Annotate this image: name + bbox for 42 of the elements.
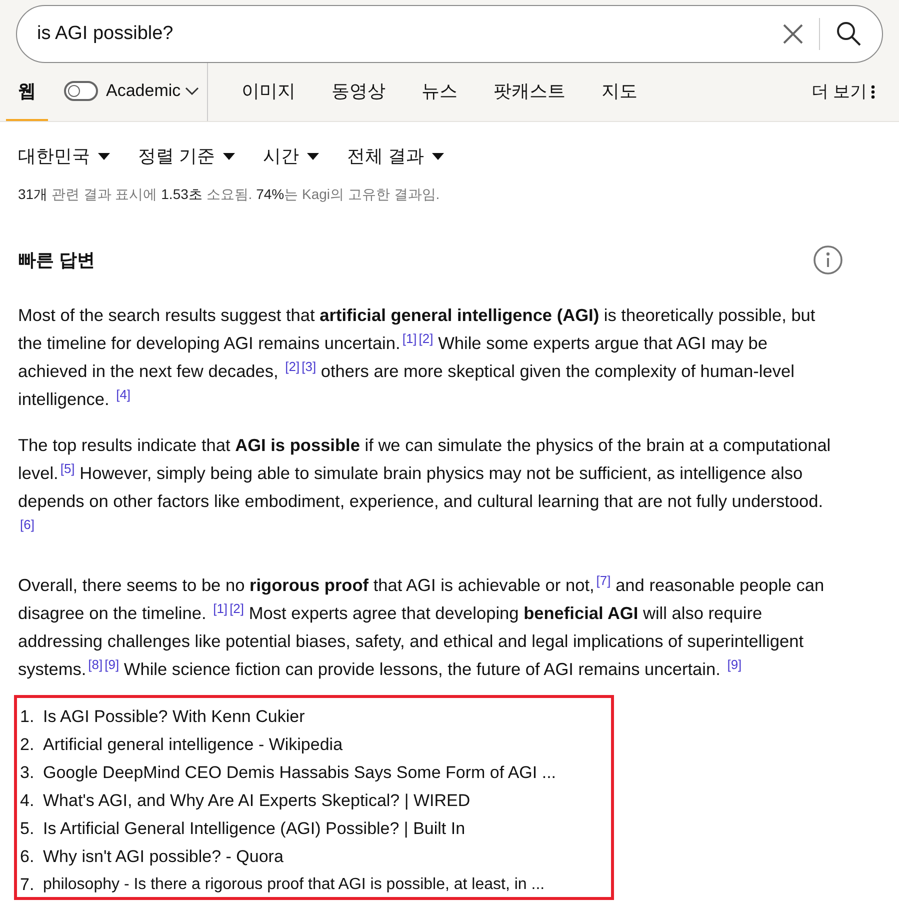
source-link[interactable]: philosophy - Is there a rigorous proof that AGI is possible, at least, in ... [43,874,545,896]
source-link[interactable]: What's AGI, and Why Are AI Experts Skeptical? | WIRED [43,790,470,812]
tab[interactable]: 뉴스 [404,63,476,121]
filter-dropdown[interactable]: 시간 [263,143,320,170]
search-field[interactable]: is AGI possible? [16,5,883,63]
more-button[interactable]: 더 보기 [811,63,875,121]
tab[interactable]: 동영상 [314,63,404,121]
academic-dropdown[interactable]: Academic [106,78,199,104]
answer-paragraph: Overall, there seems to be no rigorous proof that AGI is achievable or not,$^{[7]}$ and reasonable people can disagree on the timeline. $^{[1]}$$^{[2]}$ Most experts agree that developing beneficial AGI will also require addressing challenges like potential biases, safety, and ethical and legal implications of superintelligent systems.$^{[8]}$$^{[9]}$ While science fiction can provide lessons, the future of AGI remains uncertain. $^{[9]}$ [18,572,826,681]
info-icon[interactable] [813,245,843,275]
caret-icon [98,152,110,160]
list-number: 4. [20,790,36,812]
tab[interactable]: 웹 [6,63,48,121]
source-link[interactable]: Why isn't AGI possible? - Quora [43,846,284,868]
filter-dropdown[interactable]: 정렬 기준 [138,143,236,170]
caret-icon [307,152,320,160]
tab[interactable]: 이미지 [224,63,314,121]
answer-paragraph: Most of the search results suggest that artificial general intelligence (AGI) is theoretically possible, but the timeline for developing AGI remains uncertain.$^{[1]}$$^{[2]}$ While some experts argue that AGI may be achieved in the next few decades, $^{[2]}$$^{[3]}$ others are more skeptical given the complexity of human-level intelligence. $^{[4]}$ [18,304,816,411]
quick-answer-title: 빠른 답변 [18,248,96,272]
search-query: is AGI possible? [37,22,174,46]
list-number: 6. [20,846,36,868]
close-icon[interactable] [783,24,803,44]
results-stats: 31개 관련 결과 표시에 1.53초 소요됨. 74%는 Kagi의 고유한 결과임. [18,185,441,204]
list-number: 3. [20,762,36,784]
source-link[interactable]: Artificial general intelligence - Wikipedia [43,734,343,756]
filter-dropdown[interactable]: 전체 결과 [347,143,444,170]
tab[interactable]: 팟캐스트 [476,63,584,121]
caret-icon [432,152,444,160]
search-icon[interactable] [836,21,862,47]
list-number: 7. [20,874,36,896]
tab[interactable]: 지도 [584,63,656,121]
source-link[interactable]: Google DeepMind CEO Demis Hassabis Says Some Form of AGI ... [43,762,556,784]
academic-toggle[interactable] [64,81,98,101]
source-link[interactable]: Is Artificial General Intelligence (AGI) Possible? | Built In [43,818,466,840]
more-icon [871,85,875,99]
chevron-down-icon [184,87,199,95]
list-number: 5. [20,818,36,840]
source-link[interactable]: Is AGI Possible? With Kenn Cukier [43,706,305,728]
list-number: 2. [20,734,36,756]
filter-dropdown[interactable]: 대한민국 [18,143,110,170]
caret-icon [223,152,236,160]
list-number: 1. [20,706,36,728]
